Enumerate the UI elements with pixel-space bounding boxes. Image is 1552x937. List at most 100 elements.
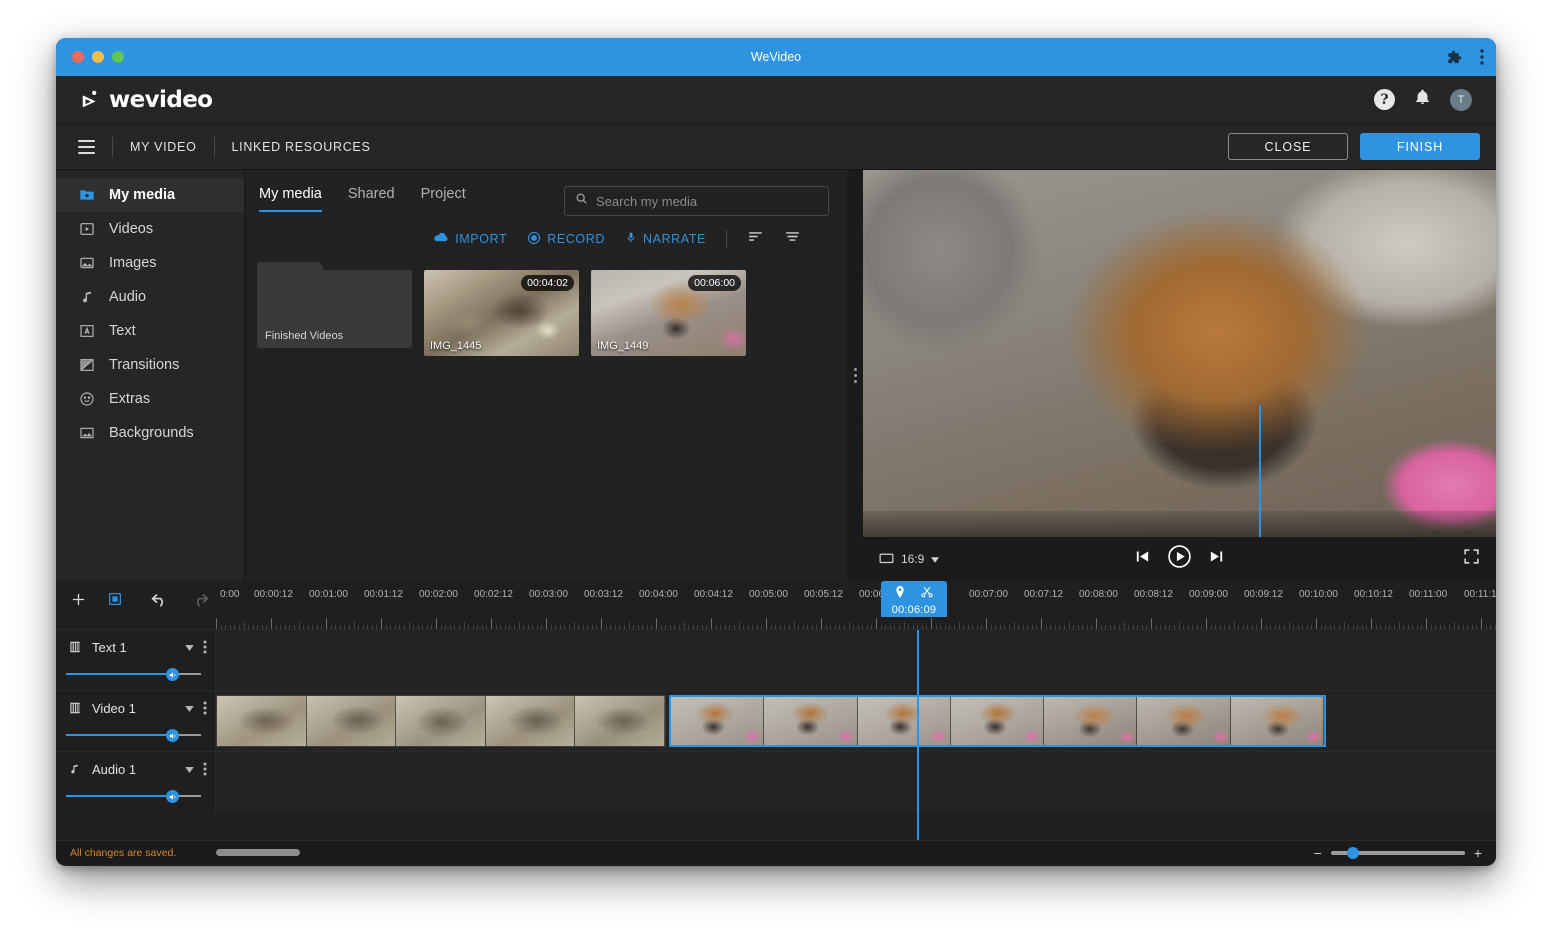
record-button[interactable]: RECORD xyxy=(527,231,605,248)
finish-button[interactable]: FINISH xyxy=(1360,133,1480,160)
kebab-menu-icon[interactable] xyxy=(203,640,207,655)
ruler-tick xyxy=(1160,625,1161,629)
timeline-horizontal-scrollbar[interactable] xyxy=(216,849,300,856)
ruler-tick xyxy=(940,625,941,629)
video-stage[interactable] xyxy=(863,170,1496,537)
timeline-ruler[interactable]: 0:00 00:00:12 00:01:00 00:01:12 00:02:00… xyxy=(216,581,1496,617)
ruler-tick xyxy=(555,625,556,629)
help-icon[interactable]: ? xyxy=(1374,89,1395,110)
ruler-tick-label: 00:01:12 xyxy=(364,589,403,600)
sidebar-item-text[interactable]: Text xyxy=(56,314,244,348)
crop-icon[interactable] xyxy=(107,591,123,607)
fullscreen-icon[interactable] xyxy=(1463,548,1480,570)
timeline: 0:00 00:00:12 00:01:00 00:01:12 00:02:00… xyxy=(56,581,1496,864)
avatar[interactable]: T xyxy=(1450,89,1472,111)
zoom-out-button[interactable]: − xyxy=(1314,848,1322,858)
aspect-ratio-selector[interactable]: 16:9 xyxy=(879,552,939,567)
media-item-img-1445[interactable]: 00:04:02 IMG_1445 xyxy=(424,270,579,356)
kebab-menu-icon[interactable] xyxy=(203,701,207,716)
sidebar-item-backgrounds[interactable]: Backgrounds xyxy=(56,416,244,450)
panel-resize-handle[interactable] xyxy=(847,170,863,581)
ruler-tick xyxy=(638,625,639,629)
sidebar-item-images[interactable]: Images xyxy=(56,246,244,280)
clip-filmstrip xyxy=(671,697,1324,745)
tick-spacer xyxy=(56,617,216,629)
ruler-tick xyxy=(1156,625,1157,629)
redo-icon[interactable] xyxy=(190,591,209,607)
timeline-clip-1[interactable] xyxy=(216,695,666,747)
ruler-tick-label: 00:09:00 xyxy=(1189,589,1228,600)
volume-knob[interactable] xyxy=(166,729,179,742)
media-duration: 00:06:00 xyxy=(688,275,741,291)
menu-item-my-video[interactable]: MY VIDEO xyxy=(130,140,197,154)
track-content[interactable] xyxy=(216,752,1496,813)
track-volume-slider[interactable] xyxy=(66,729,207,741)
puzzle-icon[interactable] xyxy=(1447,50,1462,65)
divider xyxy=(726,230,727,248)
ruler-tick-label: 00:11:1 xyxy=(1464,589,1496,600)
track-header: Audio 1 xyxy=(56,752,216,813)
track-volume-slider[interactable] xyxy=(66,790,207,802)
microphone-icon xyxy=(625,230,637,248)
sidebar-item-my-media[interactable]: My media xyxy=(56,178,244,212)
close-button[interactable]: CLOSE xyxy=(1228,133,1348,160)
ruler-tick xyxy=(661,625,662,629)
import-button[interactable]: IMPORT xyxy=(433,231,507,247)
ruler-tick xyxy=(1229,625,1230,629)
skip-next-icon[interactable] xyxy=(1208,548,1225,570)
tab-my-media[interactable]: My media xyxy=(259,186,322,212)
media-folder[interactable]: Finished Videos xyxy=(257,262,412,348)
sort-icon[interactable] xyxy=(747,230,764,248)
sidebar-item-label: Extras xyxy=(109,391,150,407)
media-item-img-1449[interactable]: 00:06:00 IMG_1449 xyxy=(591,270,746,356)
playhead-badge-icons xyxy=(895,585,933,603)
scissors-icon[interactable] xyxy=(921,585,933,603)
search-box[interactable] xyxy=(564,186,829,216)
timeline-playhead[interactable] xyxy=(917,630,919,840)
ruler-tick xyxy=(523,625,524,629)
ruler-tick xyxy=(972,625,973,629)
kebab-menu-icon[interactable] xyxy=(203,762,207,777)
chevron-down-icon[interactable] xyxy=(185,699,194,717)
add-icon[interactable] xyxy=(70,591,87,608)
zoom-slider-knob[interactable] xyxy=(1347,847,1359,859)
bell-icon[interactable] xyxy=(1414,88,1431,111)
menu-bar-actions: CLOSE FINISH xyxy=(1228,133,1480,160)
volume-knob[interactable] xyxy=(166,790,179,803)
zoom-in-button[interactable]: + xyxy=(1474,848,1482,858)
search-input[interactable] xyxy=(596,194,818,209)
track-volume-slider[interactable] xyxy=(66,668,207,680)
ruler-tick xyxy=(917,625,918,629)
track-content[interactable] xyxy=(216,630,1496,690)
ruler-tick xyxy=(1266,625,1267,629)
ruler-tick xyxy=(716,625,717,629)
kebab-menu-icon[interactable] xyxy=(1480,49,1484,65)
menu-item-linked-resources[interactable]: LINKED RESOURCES xyxy=(232,140,371,154)
chevron-down-icon[interactable] xyxy=(185,638,194,656)
sidebar-item-transitions[interactable]: Transitions xyxy=(56,348,244,382)
wevideo-logo[interactable]: wevideo xyxy=(80,87,212,113)
ruler-tick xyxy=(807,625,808,629)
playhead-badge[interactable]: 00:06:09 xyxy=(881,581,947,617)
narrate-button[interactable]: NARRATE xyxy=(625,230,706,248)
track-text-1: Text 1 xyxy=(56,630,1496,691)
volume-knob[interactable] xyxy=(166,668,179,681)
location-pin-icon[interactable] xyxy=(895,585,905,603)
tab-project[interactable]: Project xyxy=(421,186,466,210)
zoom-slider[interactable] xyxy=(1331,851,1465,855)
filter-icon[interactable] xyxy=(784,230,801,248)
skip-previous-icon[interactable] xyxy=(1134,548,1151,570)
tab-shared[interactable]: Shared xyxy=(348,186,395,210)
track-content[interactable] xyxy=(216,691,1496,751)
clip-frame xyxy=(1137,697,1230,745)
timeline-clip-2[interactable] xyxy=(669,695,1326,747)
ruler-tick xyxy=(876,618,877,629)
chevron-down-icon[interactable] xyxy=(185,760,194,778)
hamburger-menu-icon[interactable] xyxy=(78,140,95,154)
divider xyxy=(214,137,215,157)
sidebar-item-videos[interactable]: Videos xyxy=(56,212,244,246)
play-icon[interactable] xyxy=(1167,544,1192,574)
sidebar-item-extras[interactable]: Extras xyxy=(56,382,244,416)
sidebar-item-audio[interactable]: Audio xyxy=(56,280,244,314)
undo-icon[interactable] xyxy=(151,591,170,607)
